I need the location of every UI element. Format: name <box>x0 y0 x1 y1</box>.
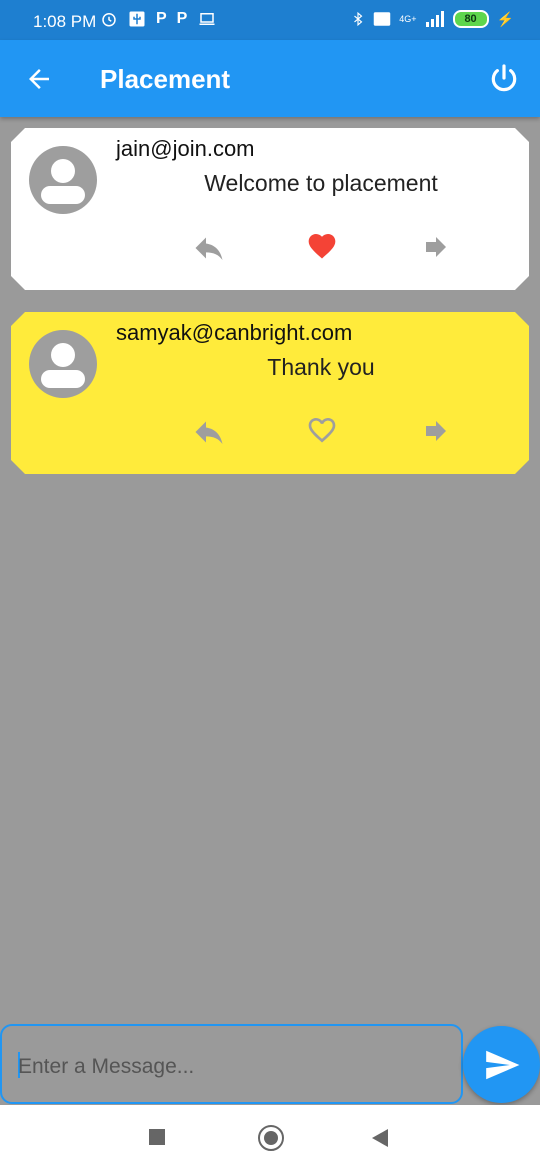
message-card: jain@join.com Welcome to placement <box>11 128 529 290</box>
message-text: Welcome to placement <box>204 170 438 196</box>
message-input[interactable] <box>16 1048 450 1086</box>
status-bar: 1:08 PM P P 4G+ 80 ⚡ <box>0 0 540 40</box>
signal-icon <box>425 11 444 27</box>
sender-email: samyak@canbright.com <box>116 320 353 345</box>
volte-icon <box>374 12 391 26</box>
usb-icon <box>129 11 145 27</box>
message-actions <box>181 412 481 452</box>
message-text: Thank you <box>267 354 375 380</box>
recents-icon[interactable] <box>149 1129 165 1145</box>
reply-icon[interactable] <box>191 414 227 450</box>
message-actions <box>181 228 481 268</box>
reply-icon[interactable] <box>191 230 227 266</box>
battery-icon: 80 <box>452 10 489 28</box>
home-icon[interactable] <box>258 1125 284 1151</box>
arrow-back-icon[interactable] <box>24 64 54 94</box>
laptop-icon <box>199 13 215 25</box>
message-card: samyak@canbright.com Thank you <box>11 312 529 474</box>
sender-email: jain@join.com <box>116 136 255 161</box>
forward-icon[interactable] <box>421 416 451 446</box>
page-title: Placement <box>100 64 231 94</box>
avatar <box>29 146 97 214</box>
message-input-container <box>0 1024 463 1104</box>
network-label: 4G+ <box>399 14 417 24</box>
avatar <box>29 330 97 398</box>
nav-back-icon[interactable] <box>372 1129 388 1147</box>
send-button[interactable] <box>463 1026 540 1103</box>
p-icon: P <box>156 10 167 27</box>
send-icon <box>486 1050 520 1080</box>
status-time: 1:08 PM <box>33 12 97 31</box>
system-nav-bar <box>0 1105 540 1170</box>
heart-filled-icon[interactable] <box>306 230 338 262</box>
p-icon: P <box>176 10 188 27</box>
app-bar: Placement <box>0 40 540 117</box>
forward-icon[interactable] <box>421 232 451 262</box>
heart-outline-icon[interactable] <box>306 414 338 446</box>
charging-icon: ⚡ <box>496 10 514 27</box>
power-icon[interactable] <box>488 62 520 94</box>
bluetooth-icon <box>354 11 363 27</box>
alarm-icon <box>102 13 116 27</box>
